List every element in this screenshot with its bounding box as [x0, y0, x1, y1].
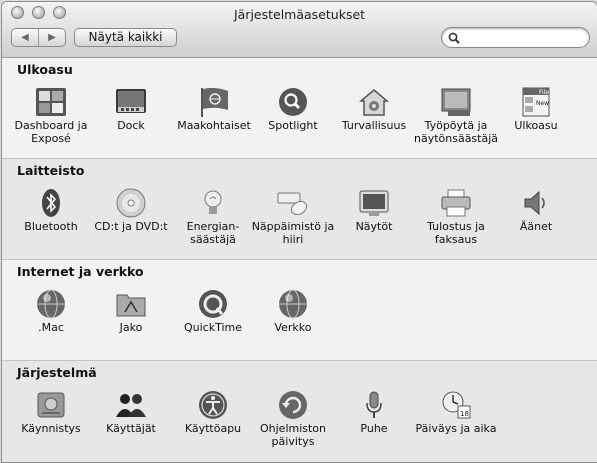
print-fax-icon: [441, 189, 471, 217]
section-title: Järjestelmä: [17, 365, 97, 380]
pref-universal-access[interactable]: Käyttöapu: [170, 389, 256, 435]
show-all-button[interactable]: Näytä kaikki: [74, 28, 177, 47]
mac-icon: [37, 289, 65, 319]
pref-security[interactable]: Turvallisuus: [331, 86, 417, 132]
bluetooth-icon: [42, 189, 60, 217]
pref-label: Näppäimistö ja hiiri: [251, 220, 335, 246]
svg-text:18: 18: [460, 410, 469, 418]
section-internet-network: Internet ja verkko .Mac Jako QuickTime V…: [2, 260, 597, 361]
pref-label: Käyttäjät: [106, 422, 156, 435]
section-title: Ulkoasu: [17, 62, 73, 77]
international-icon: [201, 87, 228, 117]
pref-label: Käyttöapu: [184, 422, 242, 435]
security-icon: [358, 89, 390, 116]
title-bar: Järjestelmäasetukset ◀ ▶ Näytä kaikki: [2, 2, 597, 58]
accounts-icon: [116, 394, 146, 417]
pref-date-time[interactable]: 18 Päiväys ja aika: [413, 389, 499, 435]
pref-desktop-screensaver[interactable]: Työpöytä ja näytönsäästäjä: [413, 86, 499, 145]
pref-label: Työpöytä ja näytönsäästäjä: [413, 119, 499, 145]
pref-label: Maakohtaiset: [177, 119, 251, 132]
pref-sharing[interactable]: Jako: [88, 288, 174, 334]
pref-label: Turvallisuus: [341, 119, 407, 132]
section-title: Laitteisto: [17, 163, 85, 178]
pref-label: Käynnistys: [21, 422, 81, 435]
section-system: Järjestelmä Käynnistys Käyttäjät Käyttöa…: [2, 361, 597, 462]
pref-mac[interactable]: .Mac: [8, 288, 94, 334]
cd-dvd-icon: [116, 188, 146, 218]
forward-button[interactable]: ▶: [39, 29, 65, 46]
pref-label: Puhe: [360, 422, 388, 435]
pref-label: Dashboard ja Exposé: [14, 119, 88, 145]
universal-access-icon: [199, 391, 227, 419]
sharing-icon: [116, 294, 146, 317]
pref-dock[interactable]: Dock: [88, 86, 174, 132]
pref-label: .Mac: [38, 321, 64, 334]
pref-appearance[interactable]: File New Ulkoasu: [493, 86, 579, 132]
section-title: Internet ja verkko: [17, 264, 144, 279]
appearance-icon: File New: [522, 87, 550, 117]
pref-quicktime[interactable]: QuickTime: [170, 288, 256, 334]
sound-icon: [524, 190, 545, 216]
back-button[interactable]: ◀: [12, 29, 39, 46]
back-forward-control: ◀ ▶: [11, 28, 66, 47]
pref-startup-disk[interactable]: Käynnistys: [8, 389, 94, 435]
search-input[interactable]: [462, 30, 586, 47]
pref-label: Ohjelmiston päivitys: [259, 422, 327, 448]
pref-spotlight[interactable]: Spotlight: [250, 86, 336, 132]
energy-saver-icon: [204, 190, 222, 214]
startup-disk-icon: [37, 392, 65, 418]
pref-accounts[interactable]: Käyttäjät: [88, 389, 174, 435]
date-time-icon: 18: [442, 391, 471, 419]
pref-cd-dvd[interactable]: CD:t ja DVD:t: [88, 187, 174, 233]
pref-label: Näytöt: [355, 220, 393, 233]
pref-international[interactable]: Maakohtaiset: [171, 86, 257, 132]
pref-label: Energian- säästäjä: [186, 220, 240, 246]
pref-label: Tulostus ja faksaus: [427, 220, 485, 246]
pref-label: Äänet: [519, 220, 553, 233]
software-update-icon: [279, 391, 307, 419]
displays-icon: [359, 190, 389, 216]
system-preferences-window: Järjestelmäasetukset ◀ ▶ Näytä kaikki Ul…: [1, 1, 597, 463]
pref-label: Verkko: [274, 321, 312, 334]
desktop-screensaver-icon: [441, 88, 471, 116]
pref-dashboard-expose[interactable]: Dashboard ja Exposé: [8, 86, 94, 145]
svg-text:File: File: [539, 89, 549, 96]
pref-label: Bluetooth: [24, 220, 78, 233]
pref-label: Päiväys ja aika: [415, 422, 497, 435]
svg-text:New: New: [536, 100, 549, 107]
pref-label: Spotlight: [268, 119, 318, 132]
speech-icon: [366, 391, 382, 418]
spotlight-icon: [279, 88, 307, 116]
section-appearance: Ulkoasu Dashboard ja Exposé Dock Maakoht…: [2, 58, 597, 159]
pref-energy-saver[interactable]: Energian- säästäjä: [170, 187, 256, 246]
pref-network[interactable]: Verkko: [250, 288, 336, 334]
pref-label: Dock: [117, 119, 145, 132]
quicktime-icon: [199, 290, 227, 318]
pref-speech[interactable]: Puhe: [331, 389, 417, 435]
window-title: Järjestelmäasetukset: [233, 7, 366, 22]
pref-label: QuickTime: [183, 321, 243, 334]
pref-keyboard-mouse[interactable]: Näppäimistö ja hiiri: [250, 187, 336, 246]
dock-icon: [116, 89, 146, 113]
search-field[interactable]: [441, 27, 590, 48]
network-icon: [279, 289, 307, 319]
dashboard-expose-icon: [36, 88, 66, 116]
pref-software-update[interactable]: Ohjelmiston päivitys: [250, 389, 336, 448]
pref-label: Ulkoasu: [514, 119, 558, 132]
keyboard-mouse-icon: [277, 192, 308, 216]
section-hardware: Laitteisto Bluetooth CD:t ja DVD:t Energ…: [2, 159, 597, 260]
pref-bluetooth[interactable]: Bluetooth: [8, 187, 94, 233]
pref-displays[interactable]: Näytöt: [331, 187, 417, 233]
pref-print-fax[interactable]: Tulostus ja faksaus: [413, 187, 499, 246]
pref-sound[interactable]: Äänet: [493, 187, 579, 233]
pref-label: CD:t ja DVD:t: [94, 220, 168, 233]
search-icon: [448, 32, 460, 44]
pref-label: Jako: [119, 321, 143, 334]
